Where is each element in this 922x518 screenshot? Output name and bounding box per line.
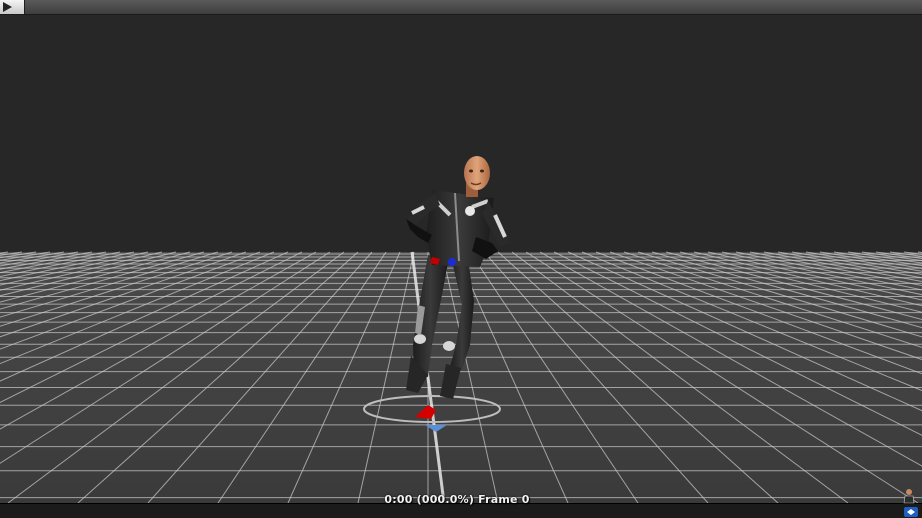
avatar-icon[interactable] (902, 488, 916, 504)
settings-badge-icon[interactable] (903, 506, 919, 518)
3d-viewport[interactable] (0, 15, 922, 503)
play-icon (3, 2, 12, 12)
play-button[interactable] (0, 0, 25, 14)
frame-readout: 0:00 (000.0%) Frame 0 (384, 493, 530, 506)
top-toolbar (0, 0, 922, 15)
app-window: 0:00 (000.0%) Frame 0 (0, 0, 922, 518)
